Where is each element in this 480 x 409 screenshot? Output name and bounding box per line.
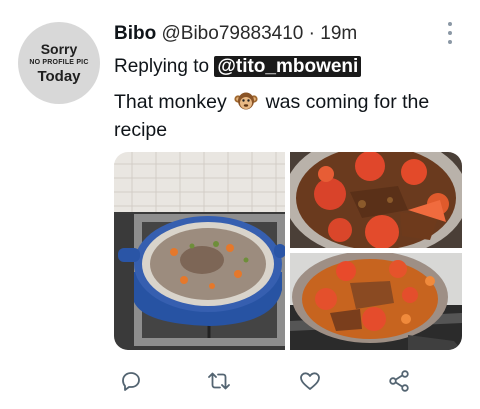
avatar-text-sorry: Sorry [40,41,78,57]
more-options-icon[interactable] [446,22,454,44]
monkey-icon [234,92,258,110]
media-grid [114,152,462,350]
stew-in-pot-photo[interactable] [290,253,462,350]
avatar[interactable]: Sorry NO PROFILE PIC Today [18,22,100,104]
author-name[interactable]: Bibo [114,23,156,44]
retweet-button[interactable] [204,366,234,396]
separator-dot: · [308,23,315,44]
share-icon [389,370,409,392]
avatar-text-today: Today [37,68,81,85]
reply-button[interactable] [116,366,146,396]
replying-to: Replying to @tito_mboweni [114,55,362,79]
tweet-text-part1: That monkey [114,91,227,113]
share-button[interactable] [384,366,414,396]
timestamp[interactable]: 19m [320,23,357,44]
retweet-icon [208,372,230,390]
like-icon [300,372,320,390]
reply-icon [122,372,140,391]
action-bar [114,366,434,396]
tweet-text: That monkey was coming for the recipe [114,88,454,144]
tomatoes-and-meat-photo[interactable] [290,152,462,248]
mention-link[interactable]: @tito_mboweni [214,56,362,77]
author-handle[interactable]: @Bibo79883410 [162,23,304,44]
replying-to-label: Replying to [114,56,210,77]
tweet-header: Bibo @Bibo79883410 · 19m [114,22,357,46]
pot-on-stove-photo[interactable] [114,152,285,350]
like-button[interactable] [295,366,325,396]
